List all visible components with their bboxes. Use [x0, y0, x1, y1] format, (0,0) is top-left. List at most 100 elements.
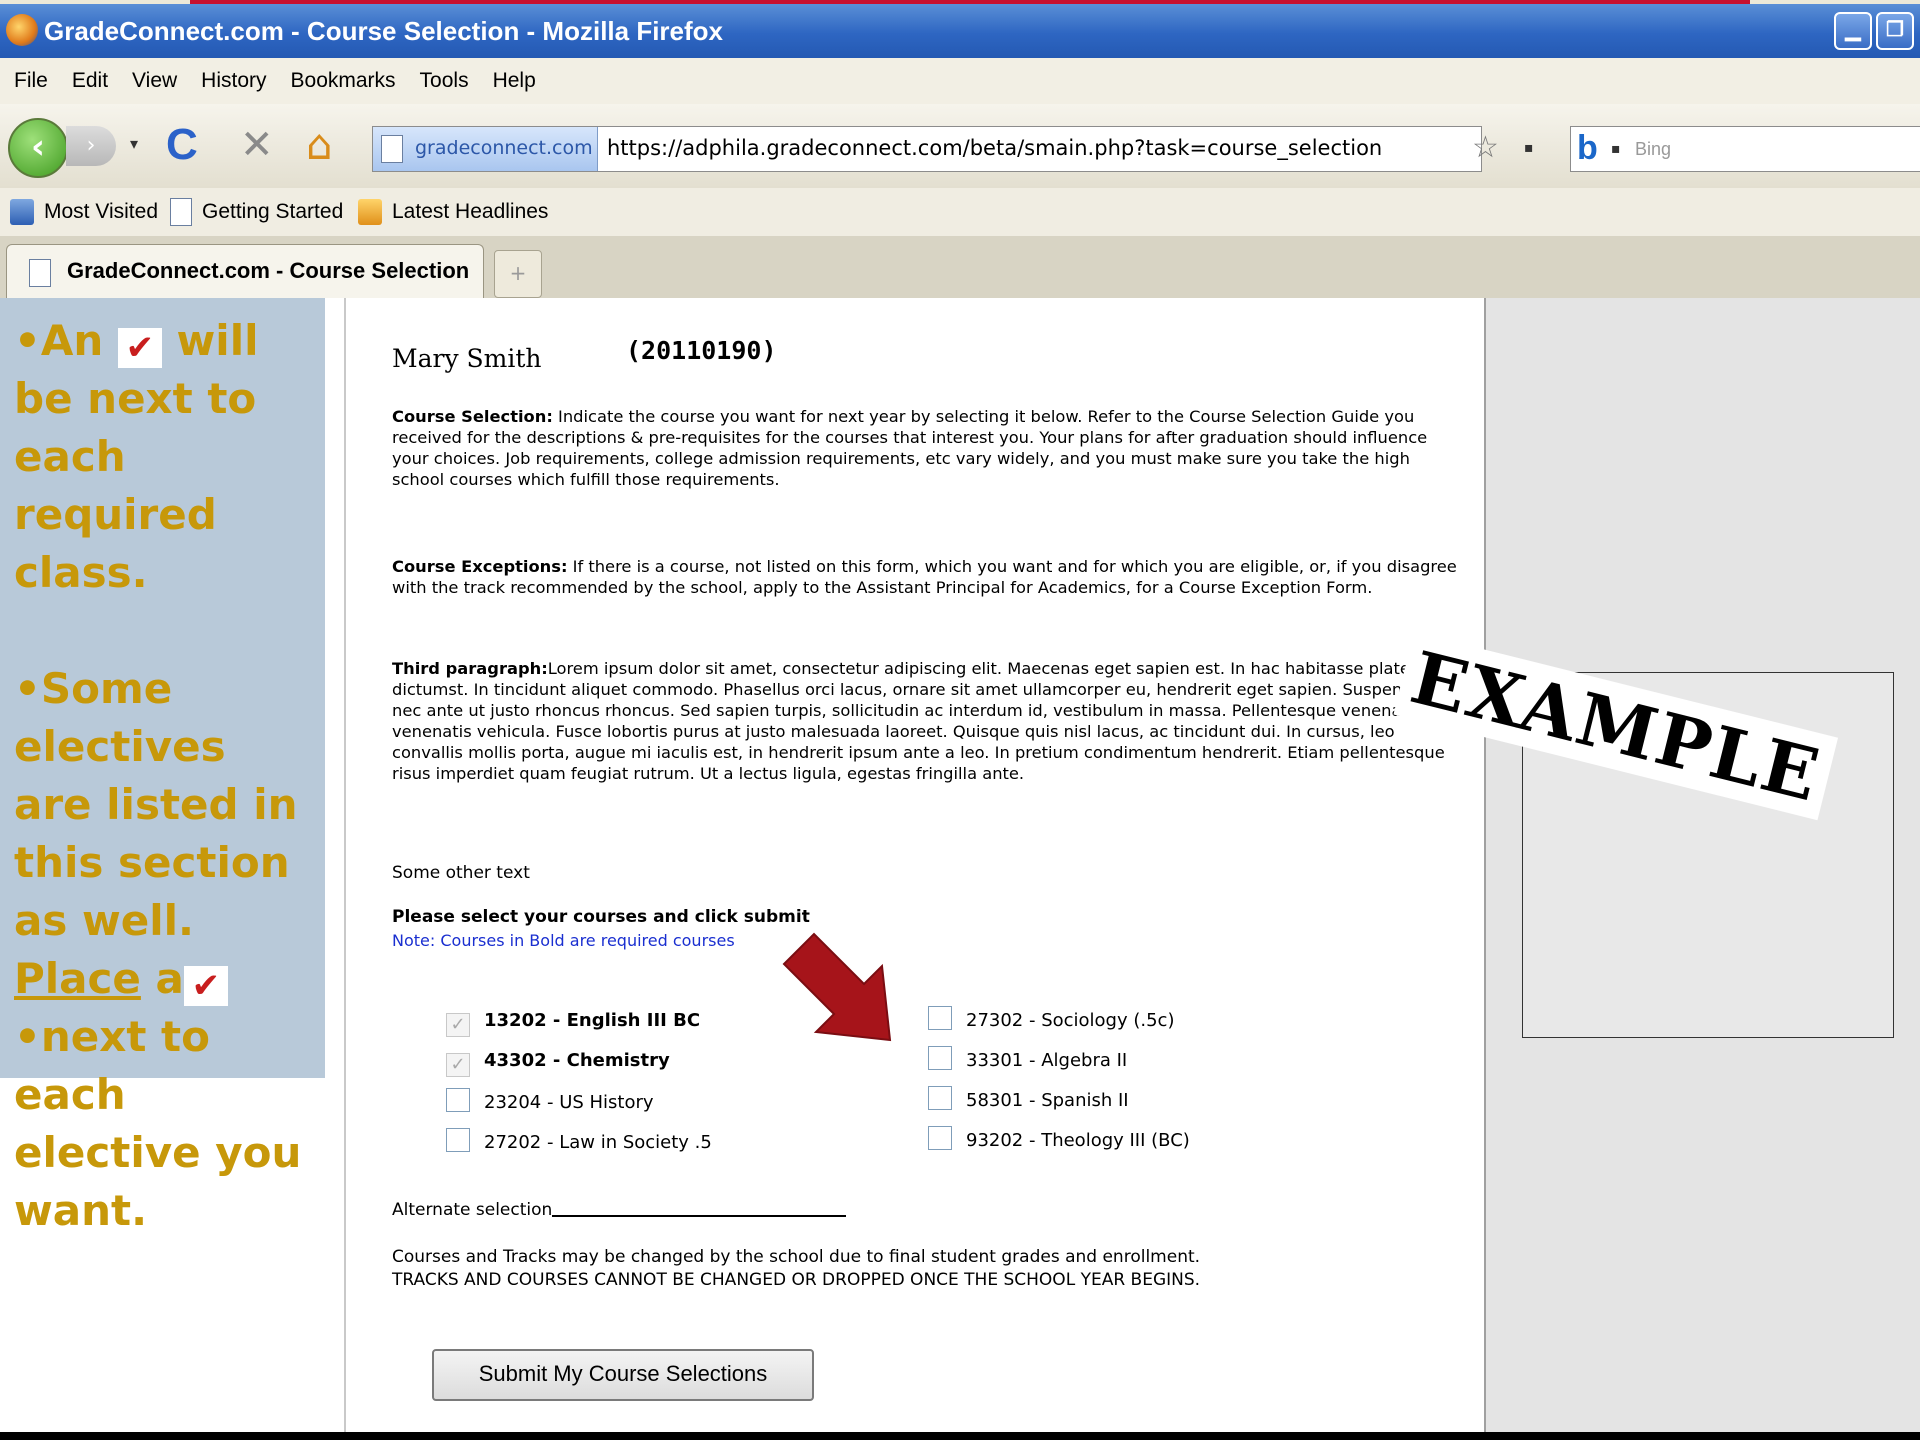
overlay-line: are listed in — [14, 780, 298, 829]
overlay-line: elective you — [14, 1128, 302, 1177]
navigation-toolbar: ‹ › ▾ C ✕ ⌂ gradeconnect.com https://adp… — [0, 104, 1920, 189]
third-paragraph-text: Lorem ipsum dolor sit amet, consectetur … — [392, 659, 1445, 783]
student-id: (20110190) — [626, 336, 777, 365]
maximize-button[interactable]: ❐ — [1876, 12, 1914, 50]
bookmarks-toolbar: Most Visited Getting Started Latest Head… — [0, 188, 1920, 237]
site-identity-label: gradeconnect.com — [415, 137, 593, 159]
course-label: 13202 - English III BC — [484, 1010, 701, 1031]
bookmark-most-visited[interactable]: Most Visited — [10, 198, 158, 226]
course-item-sociology[interactable]: 27302 - Sociology (.5c) — [928, 1006, 1174, 1034]
overlay-line: each — [14, 1070, 126, 1119]
bottom-border — [0, 1432, 1920, 1440]
alternate-blank — [552, 1215, 847, 1217]
overlay-line: class. — [14, 548, 148, 597]
title-bar: GradeConnect.com - Course Selection - Mo… — [0, 4, 1920, 58]
url-bar[interactable]: gradeconnect.com https://adphila.gradeco… — [372, 126, 1482, 172]
menu-view[interactable]: View — [132, 58, 177, 104]
course-label: 27202 - Law in Society .5 — [484, 1132, 712, 1153]
overlay-text: •An — [14, 316, 104, 365]
arrow-icon — [782, 932, 892, 1042]
history-dropdown-icon[interactable]: ▾ — [130, 134, 138, 153]
course-label: 27302 - Sociology (.5c) — [966, 1010, 1175, 1031]
course-label: 93202 - Theology III (BC) — [966, 1130, 1190, 1151]
course-item-english[interactable]: ✓ 13202 - English III BC — [446, 1008, 700, 1037]
bookmark-label: Latest Headlines — [392, 200, 549, 223]
course-checkbox[interactable] — [928, 1006, 952, 1030]
overlay-line: as well. — [14, 896, 194, 945]
window-title: GradeConnect.com - Course Selection - Mo… — [44, 16, 724, 46]
url-text[interactable]: https://adphila.gradeconnect.com/beta/sm… — [607, 136, 1382, 160]
other-text: Some other text — [392, 863, 530, 883]
course-checkbox[interactable]: ✓ — [446, 1013, 470, 1037]
course-checkbox[interactable] — [446, 1088, 470, 1112]
forward-button[interactable]: › — [66, 126, 116, 166]
course-item-chemistry[interactable]: ✓ 43302 - Chemistry — [446, 1048, 670, 1077]
browser-window: GradeConnect.com - Course Selection - Mo… — [0, 0, 1920, 1440]
page-icon — [381, 135, 403, 163]
menu-help[interactable]: Help — [493, 58, 536, 104]
bookmark-star-icon[interactable]: ☆ — [1472, 130, 1499, 165]
disclaimer-line-1: Courses and Tracks may be changed by the… — [392, 1247, 1201, 1267]
course-item-us-history[interactable]: 23204 - US History — [446, 1088, 654, 1116]
page-icon — [29, 259, 51, 287]
menu-file[interactable]: File — [14, 58, 48, 104]
course-selection-label: Course Selection: — [392, 407, 553, 426]
back-button[interactable]: ‹ — [8, 118, 68, 178]
search-engine-dropdown-icon[interactable]: ▪ — [1611, 141, 1621, 157]
minimize-button[interactable]: ▁ — [1834, 12, 1872, 50]
overlay-line: each — [14, 432, 126, 481]
overlay-text: Place — [14, 954, 141, 1003]
home-button[interactable]: ⌂ — [306, 120, 333, 170]
alternate-selection: Alternate selection — [392, 1200, 847, 1220]
site-identity-button[interactable]: gradeconnect.com — [373, 127, 598, 171]
bookmark-getting-started[interactable]: Getting Started — [170, 198, 343, 227]
submit-button[interactable]: Submit My Course Selections — [432, 1349, 814, 1401]
page-content: Mary Smith (20110190) Course Selection: … — [0, 298, 1920, 1440]
required-note: Note: Courses in Bold are required cours… — [392, 931, 735, 950]
content-divider — [344, 298, 346, 1440]
disclaimer-line-2: TRACKS AND COURSES CANNOT BE CHANGED OR … — [392, 1270, 1201, 1290]
search-placeholder: Bing — [1635, 139, 1672, 159]
menu-bar: File Edit View History Bookmarks Tools Help — [0, 58, 1920, 105]
course-item-law-in-society[interactable]: 27202 - Law in Society .5 — [446, 1128, 712, 1156]
check-mark-icon: ✔ — [183, 966, 228, 1006]
menu-bookmarks[interactable]: Bookmarks — [291, 58, 396, 104]
instruction-overlay: •An ✔ will be next to each required clas… — [14, 312, 314, 1240]
right-panel — [1484, 298, 1920, 1440]
new-tab-button[interactable]: + — [494, 250, 542, 298]
overlay-line: •An ✔ will — [14, 312, 314, 370]
bookmark-latest-headlines[interactable]: Latest Headlines — [358, 198, 548, 226]
overlay-line: want. — [14, 1186, 148, 1235]
course-checkbox[interactable] — [928, 1046, 952, 1070]
url-dropdown-icon[interactable]: ▪ — [1524, 140, 1534, 156]
menu-edit[interactable]: Edit — [72, 58, 108, 104]
third-paragraph-label: Third paragraph: — [392, 659, 548, 678]
check-mark-icon: ✔ — [117, 328, 162, 368]
overlay-line: electives — [14, 722, 226, 771]
overlay-line: •Some — [14, 664, 173, 713]
course-checkbox[interactable] — [446, 1128, 470, 1152]
bing-logo-icon[interactable]: b — [1577, 129, 1598, 168]
course-item-algebra[interactable]: 33301 - Algebra II — [928, 1046, 1127, 1074]
course-selection-paragraph: Course Selection: Indicate the course yo… — [392, 406, 1458, 490]
overlay-text: a — [155, 954, 184, 1003]
course-item-theology[interactable]: 93202 - Theology III (BC) — [928, 1126, 1190, 1154]
stop-button[interactable]: ✕ — [240, 120, 274, 170]
reload-button[interactable]: C — [166, 120, 198, 170]
firefox-icon — [6, 14, 38, 46]
menu-history[interactable]: History — [201, 58, 266, 104]
course-label: 58301 - Spanish II — [966, 1090, 1129, 1111]
search-box[interactable]: b ▪ Bing — [1570, 126, 1920, 172]
tab-course-selection[interactable]: GradeConnect.com - Course Selection — [6, 244, 484, 299]
overlay-spacer — [14, 602, 314, 660]
instruction-text: Please select your courses and click sub… — [392, 907, 810, 927]
page-icon — [170, 198, 192, 227]
course-checkbox[interactable] — [928, 1086, 952, 1110]
course-checkbox[interactable]: ✓ — [446, 1053, 470, 1077]
course-item-spanish[interactable]: 58301 - Spanish II — [928, 1086, 1129, 1114]
course-checkbox[interactable] — [928, 1126, 952, 1150]
disclaimer: Courses and Tracks may be changed by the… — [392, 1246, 1200, 1292]
menu-tools[interactable]: Tools — [420, 58, 469, 104]
student-name: Mary Smith — [392, 344, 542, 373]
alternate-label: Alternate selection — [392, 1200, 553, 1220]
